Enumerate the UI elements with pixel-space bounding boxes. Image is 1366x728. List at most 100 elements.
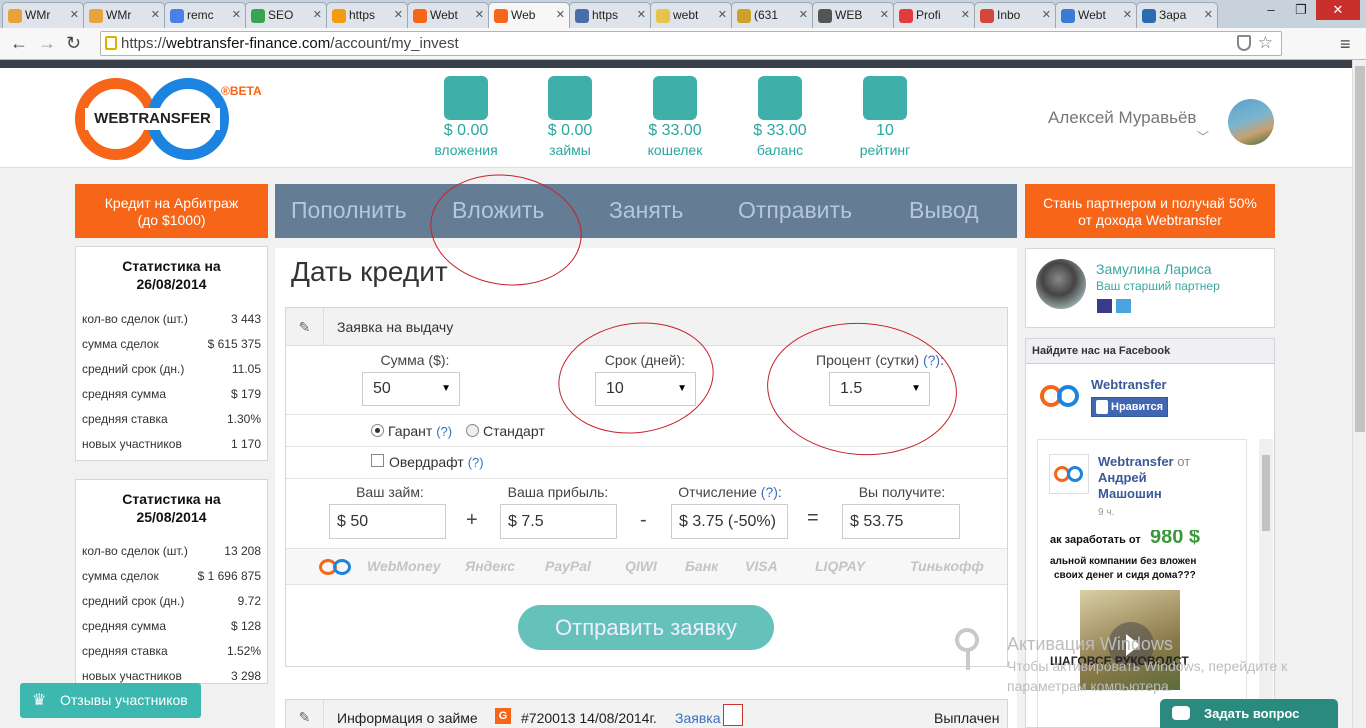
- close-tab-icon[interactable]: ✕: [232, 8, 241, 21]
- payment-method-icon: Банк: [685, 558, 719, 574]
- fb-page-logo[interactable]: [1040, 383, 1080, 413]
- browser-tab[interactable]: remc ✕: [164, 2, 246, 28]
- loan-label: Ваш займ:: [356, 484, 424, 500]
- section-title: Заявка на выдачу: [337, 319, 454, 335]
- browser-tab[interactable]: WMr ✕: [83, 2, 165, 28]
- fb-like-button[interactable]: Нравится: [1091, 397, 1168, 417]
- header-stat-займы[interactable]: $ 0.00 займы: [525, 76, 615, 158]
- minimize-button[interactable]: –: [1256, 0, 1286, 20]
- mail-icon[interactable]: [1097, 299, 1112, 313]
- promo-left-line2: (до $1000): [137, 212, 206, 228]
- close-tab-icon[interactable]: ✕: [556, 8, 565, 21]
- header-stat-баланс[interactable]: $ 33.00 баланс: [735, 76, 825, 158]
- browser-tab[interactable]: Зара ✕: [1136, 2, 1218, 28]
- rating-chart-icon: [863, 76, 907, 120]
- fee-field[interactable]: $ 3.75 (-50%): [671, 504, 788, 539]
- ask-question-button[interactable]: Задать вопрос: [1160, 699, 1338, 728]
- browser-tab[interactable]: Webt ✕: [1055, 2, 1137, 28]
- browser-tab[interactable]: Web ✕: [488, 2, 570, 28]
- favicon-icon: [8, 9, 22, 23]
- nav-item-4[interactable]: Вывод: [909, 197, 979, 224]
- close-tab-icon[interactable]: ✕: [961, 8, 970, 21]
- partner-avatar[interactable]: [1036, 259, 1086, 309]
- guarantee-radio[interactable]: [371, 424, 384, 437]
- browser-tab[interactable]: Webt ✕: [407, 2, 489, 28]
- page-scrollbar[interactable]: [1352, 60, 1366, 728]
- partner-promo-button[interactable]: Стань партнером и получай 50% от дохода …: [1025, 184, 1275, 238]
- close-window-button[interactable]: ✕: [1316, 0, 1360, 20]
- browser-tab[interactable]: Inbo ✕: [974, 2, 1056, 28]
- browser-tab[interactable]: https ✕: [326, 2, 408, 28]
- browser-tab-label: Profi: [916, 8, 941, 22]
- favicon-icon: [89, 9, 103, 23]
- close-tab-icon[interactable]: ✕: [475, 8, 484, 21]
- browser-tab[interactable]: Profi ✕: [893, 2, 975, 28]
- browser-tab[interactable]: SEO ✕: [245, 2, 327, 28]
- fb-page-name[interactable]: Webtransfer: [1091, 377, 1167, 392]
- fb-post-from-name[interactable]: Андрей: [1098, 470, 1147, 485]
- browser-tab[interactable]: webt ✕: [650, 2, 732, 28]
- close-tab-icon[interactable]: ✕: [1204, 8, 1213, 21]
- profit-field[interactable]: $ 7.5: [500, 504, 617, 539]
- browser-tab[interactable]: https ✕: [569, 2, 651, 28]
- close-tab-icon[interactable]: ✕: [1042, 8, 1051, 21]
- nav-item-0[interactable]: Пополнить: [291, 197, 407, 224]
- twitter-icon[interactable]: [1116, 299, 1131, 313]
- application-link[interactable]: Заявка: [675, 710, 720, 726]
- header-stat-вложения[interactable]: $ 0.00 вложения: [421, 76, 511, 158]
- nav-item-3[interactable]: Отправить: [738, 197, 852, 224]
- url-field[interactable]: https://webtransfer-finance.com/account/…: [100, 31, 1282, 56]
- stat-label: вложения: [434, 142, 498, 158]
- overdraft-checkbox[interactable]: [371, 454, 384, 467]
- loan-field[interactable]: $ 50: [329, 504, 446, 539]
- close-tab-icon[interactable]: ✕: [394, 8, 403, 21]
- avatar[interactable]: [1228, 99, 1274, 145]
- bookmark-star-icon[interactable]: ☆: [1258, 33, 1273, 53]
- sum-label: Сумма ($):: [380, 352, 450, 368]
- close-tab-icon[interactable]: ✕: [1123, 8, 1132, 21]
- lock-icon: [105, 36, 117, 50]
- partner-name[interactable]: Замулина Лариса: [1096, 261, 1211, 277]
- sum-select[interactable]: 50 ▼: [362, 372, 460, 406]
- payment-method-icon: WebMoney: [367, 558, 441, 574]
- header-stat-рейтинг[interactable]: 10 рейтинг: [840, 76, 930, 158]
- overdraft-help-link[interactable]: (?): [468, 455, 484, 470]
- user-name[interactable]: Алексей Муравьёв: [1048, 108, 1196, 128]
- fb-scrollbar[interactable]: [1259, 439, 1273, 719]
- close-tab-icon[interactable]: ✕: [151, 8, 160, 21]
- receive-field[interactable]: $ 53.75: [842, 504, 960, 539]
- fb-post-avatar[interactable]: [1049, 454, 1089, 494]
- close-tab-icon[interactable]: ✕: [313, 8, 322, 21]
- close-tab-icon[interactable]: ✕: [799, 8, 808, 21]
- back-icon[interactable]: ←: [10, 33, 28, 53]
- nav-item-2[interactable]: Занять: [609, 197, 683, 224]
- header-stat-кошелек[interactable]: $ 33.00 кошелек: [630, 76, 720, 158]
- browser-tab[interactable]: WMr ✕: [2, 2, 84, 28]
- forward-icon[interactable]: →: [38, 33, 56, 53]
- guarantee-help-link[interactable]: (?): [436, 424, 452, 439]
- reviews-button[interactable]: ♛ Отзывы участников: [20, 683, 201, 718]
- stats-row: средняя ставка 1.52%: [82, 644, 261, 658]
- address-toolbar: ← → ↻ https://webtransfer-finance.com/ac…: [0, 28, 1366, 60]
- standard-radio[interactable]: [466, 424, 479, 437]
- reload-icon[interactable]: ↻: [66, 33, 81, 53]
- logo[interactable]: WEBTRANSFER ®BETA: [75, 78, 270, 160]
- browser-tab[interactable]: (631 ✕: [731, 2, 813, 28]
- pdf-icon[interactable]: [723, 704, 743, 726]
- menu-icon[interactable]: ≡: [1340, 34, 1351, 54]
- close-tab-icon[interactable]: ✕: [637, 8, 646, 21]
- maximize-button[interactable]: ❐: [1286, 0, 1316, 20]
- stats-panel: Статистика на 25/08/2014 кол-во сделок (шт…: [75, 479, 268, 684]
- loan-info-row[interactable]: ✎ Информация о займе G #720013 14/08/201…: [285, 699, 1008, 728]
- shield-icon[interactable]: [1237, 35, 1251, 51]
- fb-post-author[interactable]: Webtransfer: [1098, 454, 1174, 469]
- close-tab-icon[interactable]: ✕: [718, 8, 727, 21]
- fee-help-link[interactable]: (?): [761, 484, 778, 500]
- arbitrage-credit-button[interactable]: Кредит на Арбитраж (до $1000): [75, 184, 268, 238]
- close-tab-icon[interactable]: ✕: [880, 8, 889, 21]
- browser-tab[interactable]: WEB ✕: [812, 2, 894, 28]
- submit-application-button[interactable]: Отправить заявку: [518, 605, 774, 650]
- page-scrollbar-thumb[interactable]: [1355, 66, 1365, 432]
- close-tab-icon[interactable]: ✕: [70, 8, 79, 21]
- chevron-down-icon[interactable]: ﹀: [1197, 128, 1209, 145]
